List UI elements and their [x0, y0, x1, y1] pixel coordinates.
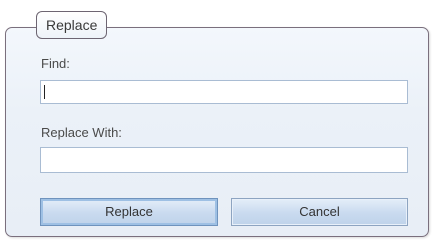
replace-with-input[interactable] [40, 147, 408, 173]
text-caret [44, 85, 45, 99]
find-label: Find: [41, 56, 70, 71]
dialog-title: Replace [36, 11, 108, 39]
cancel-button[interactable]: Cancel [231, 198, 408, 226]
replace-button[interactable]: Replace [40, 198, 218, 226]
find-input[interactable] [40, 80, 408, 104]
replace-with-label: Replace With: [41, 125, 122, 140]
